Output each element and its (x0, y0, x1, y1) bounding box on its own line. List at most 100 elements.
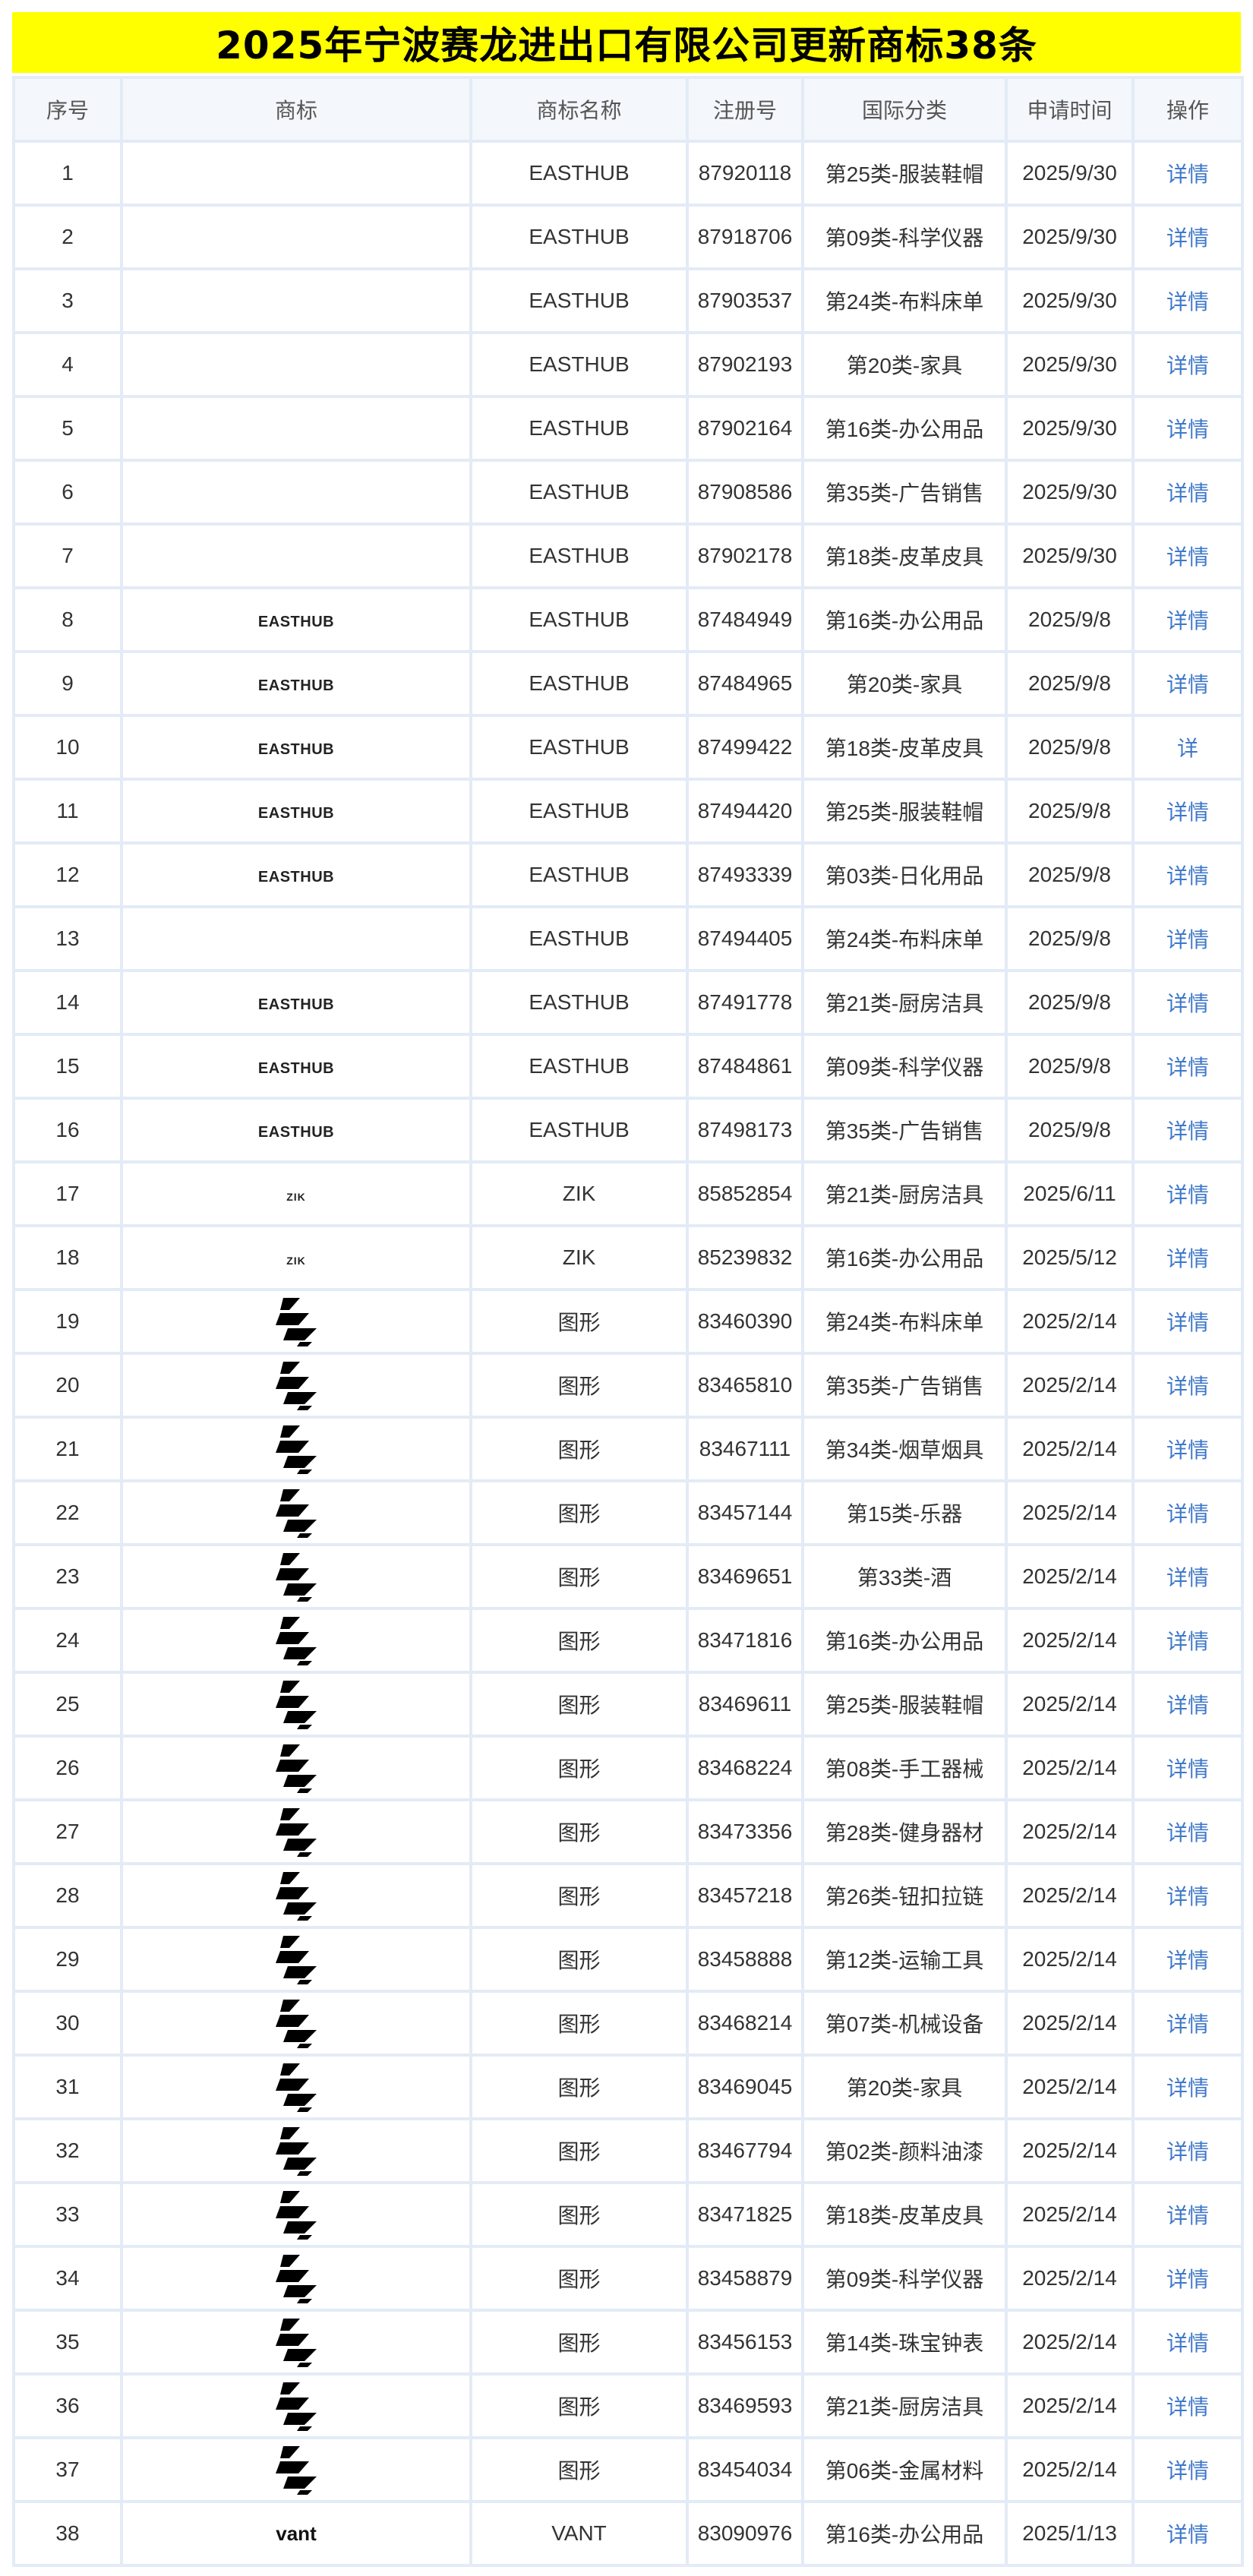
table-row: 35 图形 83456153 第14类-珠宝钟表 2025/2/14 详情 (12, 2309, 1244, 2376)
detail-link[interactable]: 详情 (1131, 2181, 1244, 2248)
cell-reg: 83471825 (686, 2181, 804, 2248)
detail-link[interactable]: 详情 (1131, 2309, 1244, 2376)
cell-name: 图形 (469, 1798, 689, 1865)
cell-logo (120, 1926, 472, 1993)
detail-link[interactable]: 详情 (1131, 1352, 1244, 1419)
cell-class: 第06类-金属材料 (801, 2436, 1008, 2503)
detail-link[interactable]: 详情 (1131, 1926, 1244, 1993)
cell-class: 第26类-钮扣拉链 (801, 1862, 1008, 1929)
cell-class: 第18类-皮革皮具 (801, 522, 1008, 589)
cell-reg: 83458888 (686, 1926, 804, 1993)
trademark-logo: EASTHUB (257, 741, 335, 758)
detail-link[interactable]: 详情 (1131, 1607, 1244, 1674)
cell-name: EASTHUB (469, 522, 689, 589)
detail-link[interactable]: 详情 (1131, 586, 1244, 653)
cell-reg: 83469611 (686, 1671, 804, 1738)
cell-name: 图形 (469, 1990, 689, 2057)
cell-name: 图形 (469, 2309, 689, 2376)
stripe-mark-icon (276, 2000, 317, 2048)
detail-link[interactable]: 详情 (1131, 2500, 1244, 2567)
cell-reg: 87484949 (686, 586, 804, 653)
detail-link[interactable]: 详情 (1131, 204, 1244, 270)
detail-link[interactable]: 详情 (1131, 778, 1244, 844)
detail-link[interactable]: 详情 (1131, 140, 1244, 207)
detail-link[interactable]: 详情 (1131, 331, 1244, 398)
detail-link[interactable]: 详情 (1131, 395, 1244, 462)
cell-logo (120, 1416, 472, 1482)
cell-name: EASTHUB (469, 140, 689, 207)
detail-link[interactable]: 详情 (1131, 650, 1244, 717)
cell-no: 26 (12, 1735, 123, 1801)
stripe-mark-icon (276, 1744, 317, 1793)
detail-link[interactable]: 详情 (1131, 1735, 1244, 1801)
detail-link[interactable]: 详情 (1131, 1671, 1244, 1738)
detail-link[interactable]: 详情 (1131, 1990, 1244, 2057)
cell-class: 第12类-运输工具 (801, 1926, 1008, 1993)
detail-link[interactable]: 详 (1131, 714, 1244, 781)
stripe-mark-icon (276, 2446, 317, 2495)
trademark-logo: EASTHUB (257, 869, 335, 886)
trademark-table: 序号 商标 商标名称 注册号 国际分类 申请时间 操作 1 EASTHUB 8792… (12, 76, 1244, 2567)
cell-class: 第25类-服装鞋帽 (801, 778, 1008, 844)
detail-link[interactable]: 详情 (1131, 969, 1244, 1036)
cell-class: 第07类-机械设备 (801, 1990, 1008, 2057)
stripe-mark-icon (276, 1681, 317, 1729)
detail-link[interactable]: 详情 (1131, 1160, 1244, 1227)
cell-date: 2025/9/8 (1005, 586, 1135, 653)
stripe-mark-icon (276, 2255, 317, 2303)
cell-class: 第18类-皮革皮具 (801, 714, 1008, 781)
detail-link[interactable]: 详情 (1131, 2117, 1244, 2184)
cell-date: 2025/2/14 (1005, 2117, 1135, 2184)
cell-date: 2025/9/30 (1005, 331, 1135, 398)
cell-logo: ZIK (120, 1224, 472, 1291)
header-date: 申请时间 (1005, 76, 1135, 143)
header-logo: 商标 (120, 76, 472, 143)
detail-link[interactable]: 详情 (1131, 1798, 1244, 1865)
detail-link[interactable]: 详情 (1131, 1033, 1244, 1100)
stripe-mark-icon (276, 1489, 317, 1538)
table-row: 31 图形 83469045 第20类-家具 2025/2/14 详情 (12, 2054, 1244, 2120)
detail-link[interactable]: 详情 (1131, 2436, 1244, 2503)
cell-logo (120, 2181, 472, 2248)
cell-reg: 83473356 (686, 1798, 804, 1865)
detail-link[interactable]: 详情 (1131, 267, 1244, 334)
cell-logo (120, 267, 472, 334)
cell-no: 2 (12, 204, 123, 270)
cell-reg: 83469651 (686, 1543, 804, 1610)
detail-link[interactable]: 详情 (1131, 2054, 1244, 2120)
detail-link[interactable]: 详情 (1131, 1224, 1244, 1291)
cell-date: 2025/2/14 (1005, 2309, 1135, 2376)
cell-class: 第24类-布料床单 (801, 267, 1008, 334)
cell-no: 19 (12, 1288, 123, 1355)
cell-date: 2025/9/30 (1005, 204, 1135, 270)
table-row: 32 图形 83467794 第02类-颜料油漆 2025/2/14 详情 (12, 2117, 1244, 2184)
cell-name: EASTHUB (469, 1033, 689, 1100)
detail-link[interactable]: 详情 (1131, 841, 1244, 908)
detail-link[interactable]: 详情 (1131, 1288, 1244, 1355)
cell-no: 11 (12, 778, 123, 844)
detail-link[interactable]: 详情 (1131, 522, 1244, 589)
cell-logo (120, 905, 472, 972)
cell-class: 第20类-家具 (801, 650, 1008, 717)
trademark-logo: ZIK (286, 1255, 306, 1267)
cell-reg: 83467794 (686, 2117, 804, 2184)
detail-link[interactable]: 详情 (1131, 459, 1244, 526)
cell-date: 2025/2/14 (1005, 1798, 1135, 1865)
detail-link[interactable]: 详情 (1131, 1862, 1244, 1929)
table-row: 38 vant VANT 83090976 第16类-办公用品 2025/1/13 详情 (12, 2500, 1244, 2567)
cell-reg: 85852854 (686, 1160, 804, 1227)
detail-link[interactable]: 详情 (1131, 905, 1244, 972)
cell-name: ZIK (469, 1160, 689, 1227)
detail-link[interactable]: 详情 (1131, 1416, 1244, 1482)
detail-link[interactable]: 详情 (1131, 1097, 1244, 1163)
cell-name: EASTHUB (469, 459, 689, 526)
cell-reg: 83469593 (686, 2372, 804, 2439)
detail-link[interactable]: 详情 (1131, 1543, 1244, 1610)
stripe-mark-icon (276, 1425, 317, 1474)
cell-date: 2025/2/14 (1005, 1479, 1135, 1546)
cell-class: 第35类-广告销售 (801, 1097, 1008, 1163)
detail-link[interactable]: 详情 (1131, 2372, 1244, 2439)
detail-link[interactable]: 详情 (1131, 2245, 1244, 2312)
detail-link[interactable]: 详情 (1131, 1479, 1244, 1546)
stripe-mark-icon (276, 1872, 317, 1921)
